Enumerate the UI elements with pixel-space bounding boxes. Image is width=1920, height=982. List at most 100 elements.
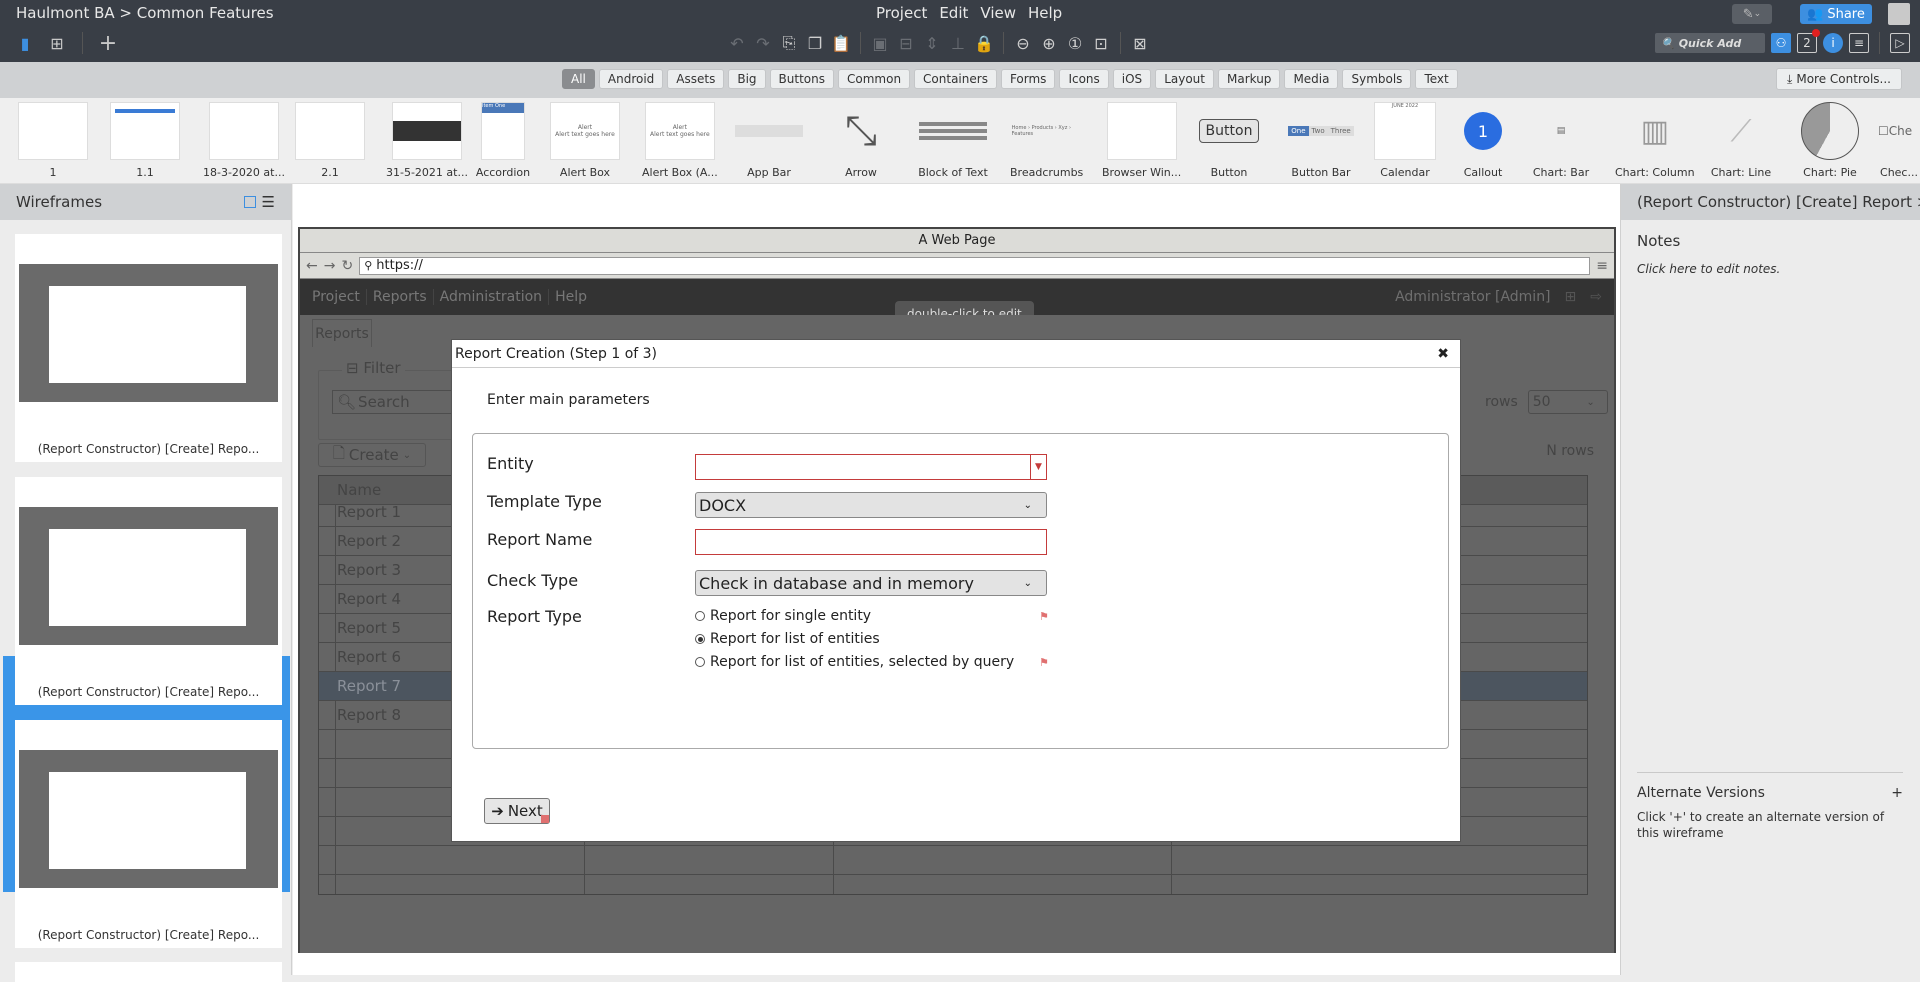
filter-icons[interactable]: Icons xyxy=(1059,69,1109,89)
radio-icon xyxy=(695,657,705,667)
project-breadcrumb[interactable]: Haulmont BA > Common Features xyxy=(16,4,274,22)
wireframe-item-selected[interactable]: (Report Constructor) [Create] Repo... xyxy=(15,477,282,705)
redo-icon[interactable]: ↷ xyxy=(752,32,774,54)
comments-icon[interactable]: 2 xyxy=(1797,29,1820,53)
filter-containers[interactable]: Containers xyxy=(914,69,997,89)
library-item[interactable]: Browser Win... xyxy=(1102,102,1181,179)
radio-list-query: Report for list of entities, selected by… xyxy=(695,654,1014,670)
user-avatar[interactable] xyxy=(1888,3,1910,25)
column-name: Name xyxy=(337,481,382,499)
duplicate-icon[interactable]: ❐ xyxy=(804,32,826,54)
chart-bar-icon: ▤ xyxy=(1556,126,1566,136)
dialog-title: Report Creation (Step 1 of 3) xyxy=(455,345,658,362)
library-item[interactable]: 1 xyxy=(18,102,88,179)
info-icon[interactable]: i xyxy=(1823,33,1843,53)
filter-big[interactable]: Big xyxy=(728,69,766,89)
undo-icon[interactable]: ↶ xyxy=(726,32,748,54)
present-icon[interactable]: ▷ xyxy=(1890,33,1910,53)
library-item[interactable]: ☐ Che Chec... xyxy=(1878,102,1920,179)
arrange-icon[interactable]: ⊥ xyxy=(947,32,969,54)
checkbox-preview: Che xyxy=(1888,124,1913,138)
filter-all[interactable]: All xyxy=(562,69,595,89)
wireframe-canvas[interactable]: A Web Page ← → ↻ ⚲ https:// ≡ Project Rep… xyxy=(293,184,1620,975)
library-item[interactable]: Item One Accordion xyxy=(468,102,538,179)
menu-view[interactable]: View xyxy=(980,4,1016,22)
quick-add-input[interactable]: 🔍 Quick Add xyxy=(1655,33,1765,53)
share-button[interactable]: 👥 Share xyxy=(1800,4,1872,24)
library-item[interactable]: Home › Products › Xyz › Features Breadcru… xyxy=(1010,102,1083,179)
library-item[interactable]: Chart: Pie xyxy=(1795,102,1865,179)
filter-android[interactable]: Android xyxy=(598,69,664,89)
wireframe-item[interactable] xyxy=(15,962,282,982)
library-item[interactable]: Alert Alert text goes here Alert Box xyxy=(550,102,620,179)
list-view-icon[interactable]: ☰ xyxy=(262,193,275,211)
library-item[interactable]: One Two Three Button Bar xyxy=(1286,102,1356,179)
properties-icon[interactable]: ≡ xyxy=(1849,33,1869,53)
library-item[interactable]: 31-5-2021 at... xyxy=(386,102,468,179)
library-item-label: 18-3-2020 at... xyxy=(203,166,285,179)
library-item[interactable]: 1.1 xyxy=(110,102,180,179)
radio-list-entities: Report for list of entities xyxy=(695,631,880,647)
single-view-icon[interactable]: ▮ xyxy=(14,32,36,54)
alert-text: Alert text goes here xyxy=(555,131,615,138)
library-item[interactable]: ⤡ Arrow xyxy=(826,102,896,179)
filter-forms[interactable]: Forms xyxy=(1000,69,1056,89)
edit-mode-button[interactable]: ✎ ⌄ xyxy=(1732,4,1772,24)
report-name-label: Report Name xyxy=(487,530,593,549)
menu-help[interactable]: Help xyxy=(1028,4,1062,22)
rows-label: rows xyxy=(1485,394,1518,410)
library-item[interactable]: 1 Callout xyxy=(1448,102,1518,179)
filter-markup[interactable]: Markup xyxy=(1217,69,1281,89)
filter-symbols[interactable]: Symbols xyxy=(1342,69,1412,89)
wireframe-thumbnail xyxy=(19,507,278,645)
library-item[interactable]: ⟋ Chart: Line xyxy=(1706,102,1776,180)
library-item[interactable]: ▥ Chart: Column xyxy=(1615,102,1695,180)
menu-edit[interactable]: Edit xyxy=(939,4,968,22)
download-icon: ⤓ xyxy=(1787,71,1793,86)
more-controls-button[interactable]: ⤓ More Controls... xyxy=(1776,68,1902,90)
filter-text[interactable]: Text xyxy=(1415,69,1458,89)
cell: Report 3 xyxy=(337,561,402,579)
accordion-item: Item One xyxy=(482,103,524,113)
filter-buttons[interactable]: Buttons xyxy=(769,69,834,89)
library-filter-bar: All Android Assets Big Buttons Common Co… xyxy=(0,62,1920,98)
filter-media[interactable]: Media xyxy=(1284,69,1339,89)
add-icon[interactable]: + xyxy=(97,31,119,56)
library-item[interactable]: JUNE 2022 Calendar xyxy=(1374,102,1436,179)
dialog-title-bar: Report Creation (Step 1 of 3) ✖ xyxy=(452,340,1460,368)
group-icon[interactable]: ▣ xyxy=(869,32,891,54)
filter-assets[interactable]: Assets xyxy=(667,69,725,89)
clear-clipboard-icon[interactable]: ⊠ xyxy=(1129,32,1151,54)
notes-edit-link[interactable]: Click here to edit notes. xyxy=(1621,262,1920,276)
thumbnail: Alert Alert text goes here xyxy=(644,102,715,160)
library-item[interactable]: ▤ Chart: Bar xyxy=(1526,102,1596,179)
links-icon[interactable]: ⚇ xyxy=(1771,33,1791,53)
copy-icon[interactable]: ⎘ xyxy=(778,32,800,54)
paste-icon[interactable]: 📋 xyxy=(830,32,852,54)
library-item[interactable]: Alert Alert text goes here Alert Box (A... xyxy=(642,102,718,179)
wireframe-item[interactable]: (Report Constructor) [Create] Repo... xyxy=(15,234,282,462)
filter-common[interactable]: Common xyxy=(838,69,911,89)
library-item[interactable]: App Bar xyxy=(734,102,804,179)
menu-project[interactable]: Project xyxy=(876,4,927,22)
zoom-fit-icon[interactable]: ⊡ xyxy=(1090,32,1112,54)
zoom-actual-icon[interactable]: ① xyxy=(1064,32,1086,54)
flag-icon: ⚑ xyxy=(1039,610,1049,623)
ungroup-icon[interactable]: ⊟ xyxy=(895,32,917,54)
lock-icon[interactable]: 🔒 xyxy=(973,32,995,54)
next-label: Next xyxy=(507,802,543,820)
library-item[interactable]: Block of Text xyxy=(918,102,988,179)
zoom-in-icon[interactable]: ⊕ xyxy=(1038,32,1060,54)
zoom-out-icon[interactable]: ⊖ xyxy=(1012,32,1034,54)
filter-ios[interactable]: iOS xyxy=(1112,69,1152,89)
library-item[interactable]: 18-3-2020 at... xyxy=(203,102,285,179)
filter-layout[interactable]: Layout xyxy=(1155,69,1214,89)
library-item[interactable]: 2.1 xyxy=(295,102,365,179)
wireframe-item[interactable]: (Report Constructor) [Create] Repo... xyxy=(15,720,282,948)
grid-view-icon[interactable]: ⊞ xyxy=(46,32,68,54)
thumbnail-view-icon[interactable] xyxy=(243,196,256,208)
library-item[interactable]: Button Button xyxy=(1194,102,1264,179)
align-icon[interactable]: ⇕ xyxy=(921,32,943,54)
more-controls-label: More Controls... xyxy=(1796,72,1891,86)
add-alternate-button[interactable]: + xyxy=(1891,785,1903,801)
